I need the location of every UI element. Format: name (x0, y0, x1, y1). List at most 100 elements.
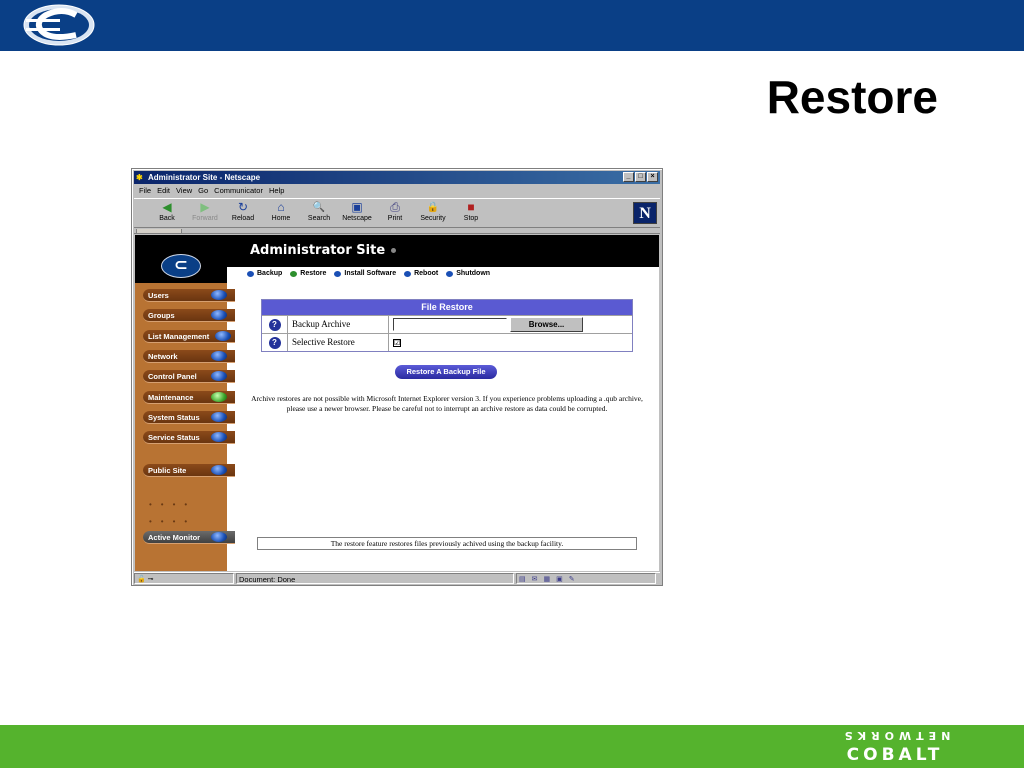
sidebar-item-list-management[interactable]: List Management (143, 330, 235, 343)
restore-note: Archive restores are not possible with M… (251, 394, 643, 413)
location-toolbar-collapsed[interactable] (134, 229, 660, 234)
blue-dot-icon (211, 465, 227, 475)
green-dot-icon (211, 392, 227, 402)
green-dot-icon (290, 271, 298, 277)
netscape-window: ✱ Administrator Site - Netscape _ □ × Fi… (131, 168, 663, 586)
blue-dot-icon (215, 331, 231, 341)
cobalt-networks-logo-icon: NETWORKS COBALT (840, 729, 951, 764)
print-button[interactable]: ⎙ Print (376, 200, 414, 228)
sidebar-item-maintenance[interactable]: Maintenance (143, 391, 235, 404)
menu-help[interactable]: Help (266, 185, 287, 197)
sidebar: ⊂ Users Groups List Management Network C… (135, 235, 235, 571)
netscape-app-icon: ✱ (136, 173, 143, 182)
security-icon: 🔒 (426, 202, 440, 213)
subnav-reboot[interactable]: Reboot (404, 269, 438, 279)
status-security-icons[interactable]: 🔓 ⊸ (134, 573, 234, 584)
minimize-button[interactable]: _ (623, 172, 634, 182)
title-dot-icon (391, 248, 396, 253)
blue-dot-icon (211, 412, 227, 422)
restore-backup-button[interactable]: Restore A Backup File (395, 365, 497, 379)
selective-restore-checkbox[interactable]: ☑ (393, 338, 401, 347)
subnav-backup[interactable]: Backup (247, 269, 282, 279)
help-icon[interactable]: ? (268, 336, 281, 349)
blue-dot-icon (211, 290, 227, 300)
sidebar-item-system-status[interactable]: System Status (143, 411, 235, 424)
menu-edit[interactable]: Edit (154, 185, 173, 197)
backup-archive-label: Backup Archive (288, 316, 389, 333)
window-titlebar[interactable]: ✱ Administrator Site - Netscape _ □ × (134, 171, 660, 184)
browse-button[interactable]: Browse... (510, 317, 583, 332)
sidebar-item-control-panel[interactable]: Control Panel (143, 370, 235, 383)
svg-text:NETWORKS: NETWORKS (840, 729, 951, 742)
svg-text:COBALT: COBALT (847, 745, 944, 764)
sidebar-item-active-monitor[interactable]: Active Monitor (143, 531, 235, 544)
table-row: ? Selective Restore ☑ (262, 333, 632, 351)
status-document: Document: Done (236, 573, 514, 584)
slide-top-bar (0, 0, 1024, 51)
slide-title: Restore (766, 71, 938, 123)
blue-dot-icon (404, 271, 412, 277)
sidebar-item-public-site[interactable]: Public Site (143, 464, 235, 477)
search-icon: 🔍 (312, 202, 326, 213)
reload-button[interactable]: ↻ Reload (224, 200, 262, 228)
back-icon: ◀ (162, 200, 172, 214)
blue-dot-icon (211, 351, 227, 361)
file-restore-header: File Restore (262, 300, 632, 315)
sidebar-decoration-dots: •••• (149, 517, 197, 526)
selective-restore-label: Selective Restore (288, 334, 389, 351)
stop-icon: ■ (467, 200, 475, 214)
sidebar-item-service-status[interactable]: Service Status (143, 431, 235, 444)
cobalt-logo-icon (23, 4, 95, 46)
security-button[interactable]: 🔒 Security (414, 200, 452, 228)
file-restore-table: File Restore ? Backup Archive Browse... … (261, 299, 633, 352)
navigation-toolbar: ◀ Back ▶ Forward ↻ Reload ⌂ Home 🔍 Search ▣ Ne… (134, 198, 660, 228)
sidebar-header: ⊂ (135, 235, 227, 283)
menu-view[interactable]: View (173, 185, 195, 197)
maintenance-subnav: Backup Restore Install Software Reboot S… (247, 269, 490, 279)
blue-dot-icon (247, 271, 254, 277)
sidebar-item-users[interactable]: Users (143, 289, 235, 302)
sidebar-item-groups[interactable]: Groups (143, 309, 235, 322)
maximize-button[interactable]: □ (635, 172, 646, 182)
menu-communicator[interactable]: Communicator (211, 185, 266, 197)
help-icon[interactable]: ? (268, 318, 281, 331)
cobalt-sidebar-logo-icon: ⊂ (161, 254, 201, 278)
status-component-icons[interactable]: ▤✉▦▣✎ (516, 573, 656, 584)
home-icon: ⌂ (277, 200, 285, 214)
restore-footer-note: The restore feature restores files previ… (257, 537, 637, 550)
table-row: ? Backup Archive Browse... (262, 315, 632, 333)
sidebar-decoration-dots: •••• (149, 500, 197, 509)
subnav-shutdown[interactable]: Shutdown (446, 269, 490, 279)
blue-dot-icon (211, 532, 227, 542)
site-title: Administrator Site (250, 243, 386, 258)
stop-button[interactable]: ■ Stop (452, 200, 490, 228)
page-content: ⊂ Users Groups List Management Network C… (135, 235, 659, 571)
menu-file[interactable]: File (136, 185, 154, 197)
subnav-install-software[interactable]: Install Software (334, 269, 396, 279)
close-button[interactable]: × (647, 172, 658, 182)
blue-dot-icon (211, 371, 227, 381)
print-icon: ⎙ (390, 200, 400, 214)
blue-dot-icon (446, 271, 454, 277)
menu-bar: File Edit View Go Communicator Help (136, 185, 287, 197)
netscape-button[interactable]: ▣ Netscape (338, 200, 376, 228)
reload-icon: ↻ (237, 200, 249, 214)
netscape-logo[interactable]: N (633, 202, 657, 224)
status-bar: 🔓 ⊸ Document: Done ▤✉▦▣✎ (134, 572, 660, 584)
sidebar-item-network[interactable]: Network (143, 350, 235, 363)
forward-button[interactable]: ▶ Forward (186, 200, 224, 228)
forward-icon: ▶ (200, 200, 210, 214)
site-header: Administrator Site (227, 235, 659, 267)
subnav-restore[interactable]: Restore (290, 269, 326, 279)
netscape-icon: ▣ (351, 200, 363, 214)
home-button[interactable]: ⌂ Home (262, 200, 300, 228)
menu-go[interactable]: Go (195, 185, 211, 197)
window-controls: _ □ × (623, 172, 658, 182)
backup-archive-input[interactable] (393, 318, 507, 331)
blue-dot-icon (334, 271, 342, 277)
blue-dot-icon (211, 432, 227, 442)
search-button[interactable]: 🔍 Search (300, 200, 338, 228)
back-button[interactable]: ◀ Back (148, 200, 186, 228)
blue-dot-icon (211, 310, 227, 320)
toolbar-tab[interactable] (136, 229, 182, 234)
